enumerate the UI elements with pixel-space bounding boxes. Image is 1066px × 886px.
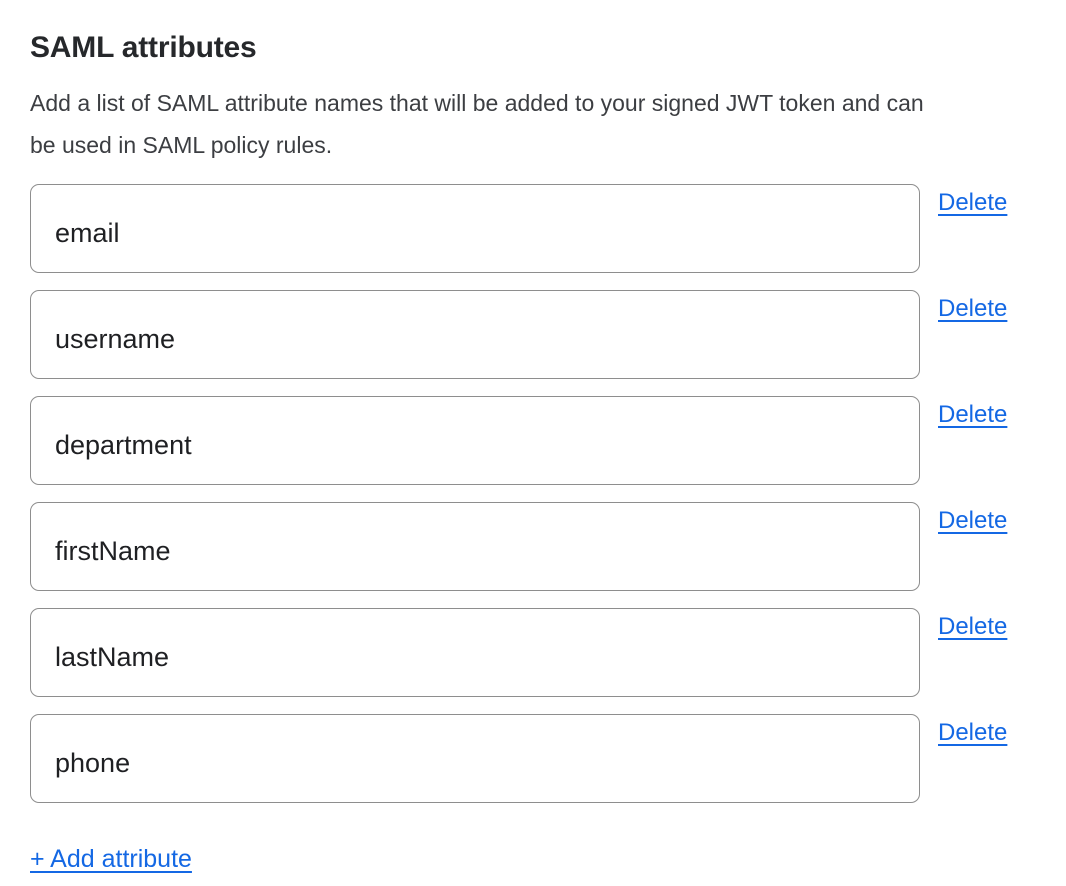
attributes-list: Delete Delete Delete Delete Delete Delet…: [30, 184, 1036, 803]
section-description: Add a list of SAML attribute names that …: [30, 82, 950, 166]
attribute-input[interactable]: [30, 290, 920, 379]
delete-link[interactable]: Delete: [938, 294, 1007, 324]
delete-link[interactable]: Delete: [938, 612, 1007, 642]
attribute-row: Delete: [30, 608, 1036, 697]
delete-link[interactable]: Delete: [938, 718, 1007, 748]
attribute-input[interactable]: [30, 608, 920, 697]
attribute-row: Delete: [30, 502, 1036, 591]
delete-link[interactable]: Delete: [938, 400, 1007, 430]
attribute-row: Delete: [30, 714, 1036, 803]
add-attribute-link[interactable]: + Add attribute: [30, 844, 192, 874]
attribute-input[interactable]: [30, 184, 920, 273]
delete-link[interactable]: Delete: [938, 188, 1007, 218]
attribute-input[interactable]: [30, 396, 920, 485]
saml-attributes-section: SAML attributes Add a list of SAML attri…: [0, 0, 1066, 874]
section-title: SAML attributes: [30, 29, 1036, 67]
delete-link[interactable]: Delete: [938, 506, 1007, 536]
attribute-row: Delete: [30, 290, 1036, 379]
attribute-row: Delete: [30, 184, 1036, 273]
attribute-input[interactable]: [30, 714, 920, 803]
attribute-row: Delete: [30, 396, 1036, 485]
attribute-input[interactable]: [30, 502, 920, 591]
